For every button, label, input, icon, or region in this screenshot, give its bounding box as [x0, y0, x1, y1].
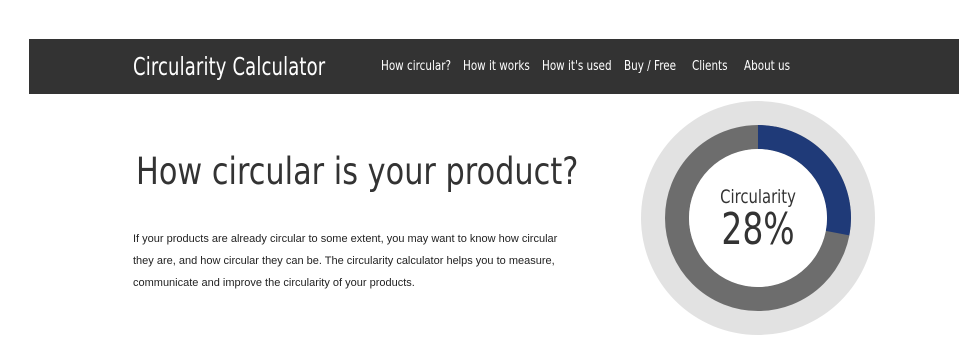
intro-line-2: they are, and how circular they can be. … — [133, 255, 555, 267]
page-title: How circular is your product? — [136, 150, 579, 193]
nav-link-clients[interactable]: Clients — [692, 39, 728, 94]
nav-link-how-its-used[interactable]: How it's used — [542, 39, 612, 94]
intro-paragraph: If your products are already circular to… — [133, 228, 585, 294]
nav-link-about-us[interactable]: About us — [744, 39, 790, 94]
gauge-value: 28% — [721, 204, 795, 255]
brand-logo-text[interactable]: Circularity Calculator — [133, 39, 325, 94]
nav-link-how-circular[interactable]: How circular? — [381, 39, 451, 94]
nav-link-how-it-works[interactable]: How it works — [463, 39, 530, 94]
circularity-gauge: Circularity 28% — [638, 98, 878, 338]
top-navigation-bar: Circularity Calculator How circular? How… — [29, 39, 959, 94]
nav-link-buy-free[interactable]: Buy / Free — [624, 39, 676, 94]
intro-line-1: If your products are already circular to… — [133, 233, 558, 245]
intro-line-3: communicate and improve the circularity … — [133, 277, 415, 289]
